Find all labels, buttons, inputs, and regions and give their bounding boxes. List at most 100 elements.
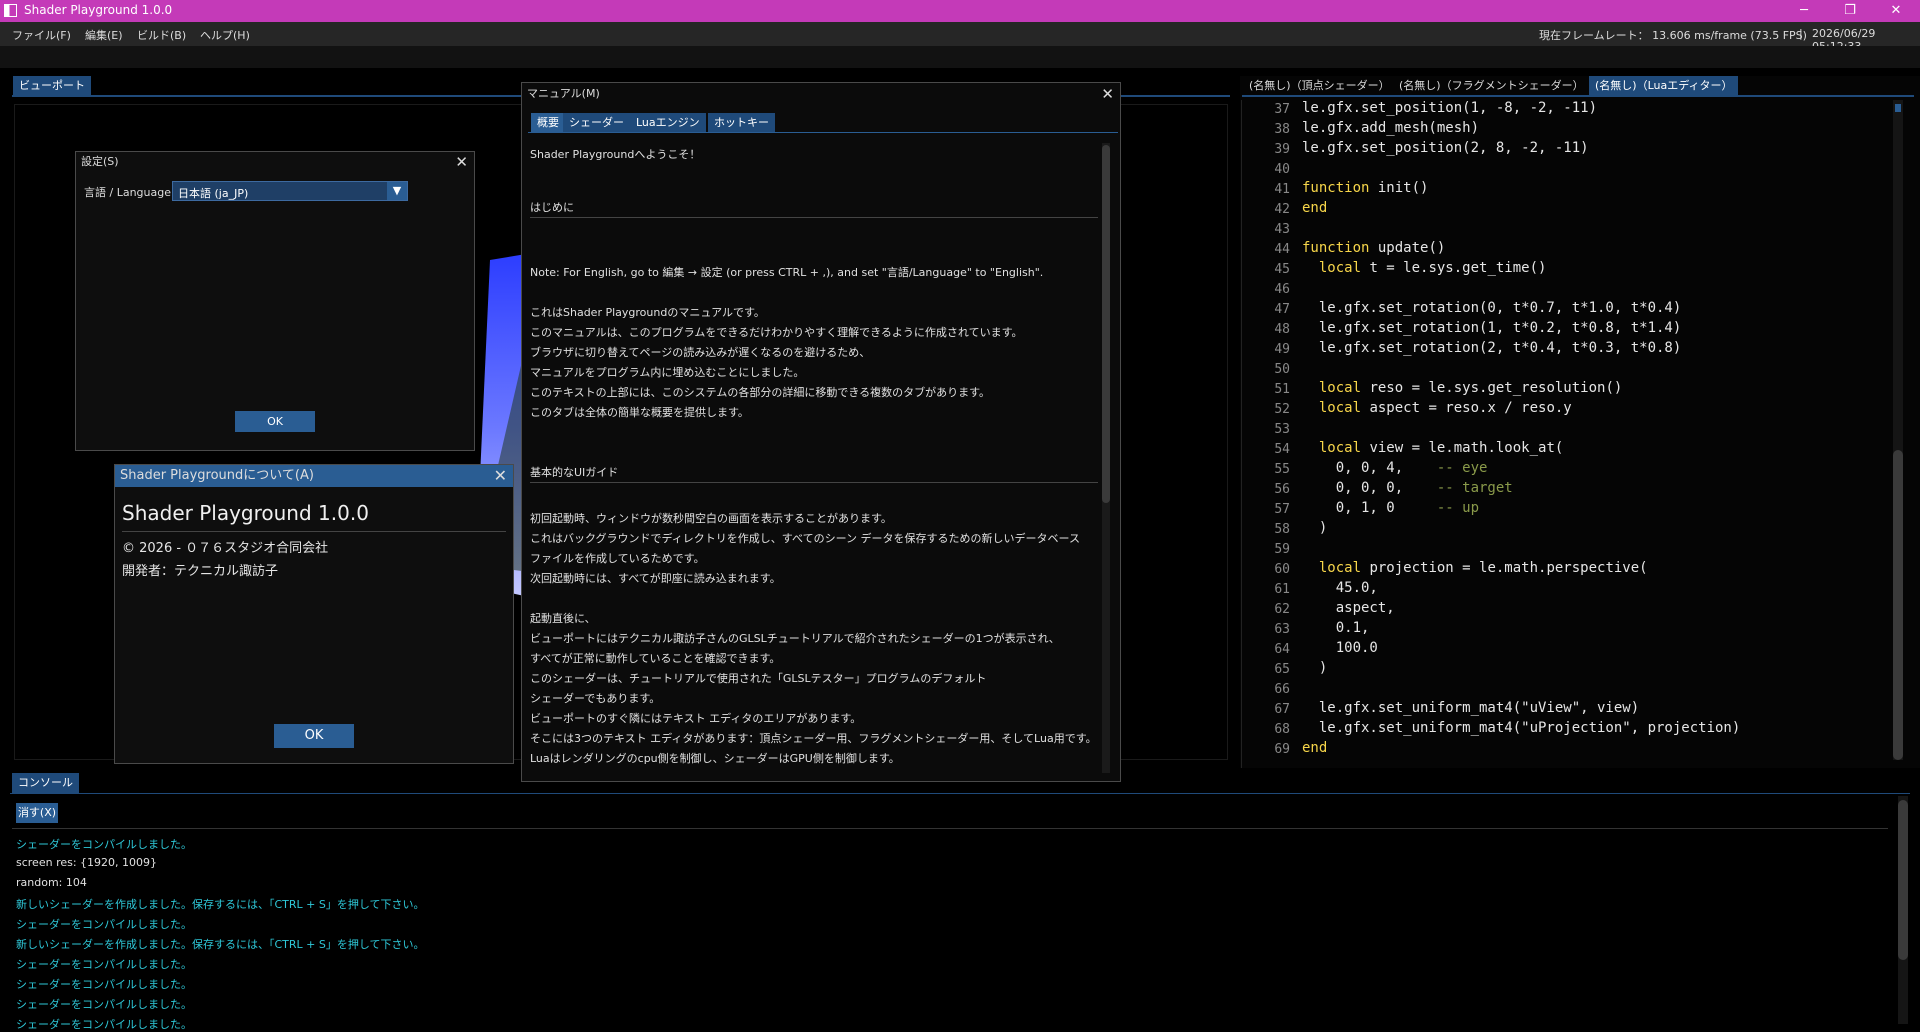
code-line[interactable]: le.gfx.set_uniform_mat4("uProjection", p…	[1302, 720, 1740, 736]
console-tab-underline	[10, 793, 1910, 794]
line-number: 55	[1274, 462, 1290, 477]
title-bar[interactable]: Shader Playground 1.0.0 ─ ❐ ✕	[0, 0, 1920, 22]
code-line[interactable]: local aspect = reso.x / reso.y	[1302, 400, 1572, 416]
code-line[interactable]: 0.1,	[1302, 620, 1370, 636]
line-number: 44	[1274, 242, 1290, 257]
manual-text: このテキストの上部には、このシステムの各部分の詳細に移動できる複数のタブがありま…	[530, 386, 991, 399]
tab-lua-engine[interactable]: Luaエンジン	[630, 113, 706, 132]
code-line[interactable]: end	[1302, 200, 1327, 216]
manual-text: 起動直後に、	[530, 612, 596, 625]
about-title: Shader Playgroundについて(A)	[115, 465, 513, 487]
toolbar-strip	[0, 46, 1920, 68]
line-number: 69	[1274, 742, 1290, 757]
manual-text: マニュアルをプログラム内に埋め込むことにしました。	[530, 366, 805, 379]
console-scrollbar-thumb[interactable]	[1898, 800, 1908, 960]
settings-close-icon[interactable]: ✕	[455, 153, 468, 171]
editor-tab-underline	[1242, 95, 1914, 97]
tab-hotkeys[interactable]: ホットキー	[708, 113, 775, 132]
tab-lua-editor[interactable]: (名無し)（Luaエディター）	[1589, 76, 1739, 96]
code-line[interactable]: 100.0	[1302, 640, 1378, 656]
code-line[interactable]: le.gfx.set_rotation(0, t*0.7, t*1.0, t*0…	[1302, 300, 1681, 316]
code-line[interactable]: le.gfx.set_uniform_mat4("uView", view)	[1302, 700, 1639, 716]
code-line[interactable]: le.gfx.add_mesh(mesh)	[1302, 120, 1479, 136]
manual-text: そこには3つのテキスト エディタがあります：頂点シェーダー用、フラグメントシェー…	[530, 732, 1097, 745]
code-line[interactable]: 0, 1, 0 -- up	[1302, 500, 1479, 516]
menu-file[interactable]: ファイル(F)	[12, 27, 71, 43]
manual-text: ビューポートのすぐ隣にはテキスト エディタのエリアがあります。	[530, 712, 862, 725]
code-line[interactable]: le.gfx.set_rotation(2, t*0.4, t*0.3, t*0…	[1302, 340, 1681, 356]
line-number: 57	[1274, 502, 1290, 517]
manual-close-icon[interactable]: ✕	[1101, 85, 1114, 103]
tab-console[interactable]: コンソール	[12, 773, 79, 793]
code-line[interactable]: aspect,	[1302, 600, 1395, 616]
menu-build[interactable]: ビルド(B)	[137, 27, 186, 43]
maximize-button[interactable]: ❐	[1827, 0, 1873, 22]
menu-edit[interactable]: 編集(E)	[85, 27, 123, 43]
code-line[interactable]: le.gfx.set_position(1, -8, -2, -11)	[1302, 100, 1597, 116]
tab-vertex-shader[interactable]: (名無し)（頂点シェーダー）	[1243, 76, 1396, 96]
console-line: random: 104	[16, 876, 87, 889]
code-line[interactable]: local projection = le.math.perspective(	[1302, 560, 1648, 576]
line-number: 58	[1274, 522, 1290, 537]
tab-shaders[interactable]: シェーダー	[563, 113, 630, 132]
minimize-button[interactable]: ─	[1781, 0, 1827, 22]
language-select[interactable]: 日本語 (ja_JP) ▼	[172, 181, 408, 201]
console-line: シェーダーをコンパイルしました。	[16, 1018, 192, 1031]
window-title: Shader Playground 1.0.0	[24, 3, 173, 17]
about-copyright: © 2026 - ０７６スタジオ合同会社	[122, 541, 329, 556]
line-number: 38	[1274, 122, 1290, 137]
console-scrollbar[interactable]	[1898, 796, 1908, 1024]
editor-scrollbar-thumb[interactable]	[1893, 450, 1903, 760]
code-line[interactable]: )	[1302, 660, 1327, 676]
code-line[interactable]: local t = le.sys.get_time()	[1302, 260, 1547, 276]
line-number: 41	[1274, 182, 1290, 197]
line-number: 50	[1274, 362, 1290, 377]
code-line[interactable]: 0, 0, 4, -- eye	[1302, 460, 1488, 476]
manual-divider	[530, 217, 1098, 218]
close-window-button[interactable]: ✕	[1873, 0, 1919, 22]
menu-help[interactable]: ヘルプ(H)	[200, 27, 250, 43]
manual-text: これはバックグラウンドでディレクトリを作成し、すべてのシーン データを保存するた…	[530, 532, 1080, 545]
tab-viewport[interactable]: ビューポート	[13, 76, 91, 96]
manual-divider	[530, 482, 1098, 483]
manual-scrollbar[interactable]	[1102, 143, 1110, 773]
settings-ok-button[interactable]: OK	[235, 411, 315, 432]
manual-text: これはShader Playgroundのマニュアルです。	[530, 306, 765, 319]
menu-bar: ファイル(F) 編集(E) ビルド(B) ヘルプ(H) 現在フレームレート： 1…	[0, 22, 1920, 53]
manual-scrollbar-thumb[interactable]	[1102, 145, 1110, 503]
manual-text: ブラウザに切り替えてページの読み込みが遅くなるのを避けるため、	[530, 346, 871, 359]
code-line[interactable]: end	[1302, 740, 1327, 756]
code-line[interactable]: local reso = le.sys.get_resolution()	[1302, 380, 1622, 396]
tab-overview[interactable]: 概要	[531, 113, 565, 132]
line-number: 62	[1274, 602, 1290, 617]
code-line[interactable]: le.gfx.set_rotation(1, t*0.2, t*0.8, t*1…	[1302, 320, 1681, 336]
line-number: 39	[1274, 142, 1290, 157]
line-number: 46	[1274, 282, 1290, 297]
console-line: シェーダーをコンパイルしました。	[16, 998, 192, 1011]
chevron-down-icon[interactable]: ▼	[387, 182, 407, 200]
line-number: 68	[1274, 722, 1290, 737]
about-close-icon[interactable]: ✕	[494, 467, 507, 485]
code-line[interactable]: le.gfx.set_position(2, 8, -2, -11)	[1302, 140, 1589, 156]
manual-text: 次回起動時には、すべてが即座に読み込まれます。	[530, 572, 781, 585]
line-number: 42	[1274, 202, 1290, 217]
app-icon	[4, 4, 17, 17]
code-line[interactable]: function init()	[1302, 180, 1428, 196]
manual-text: シェーダーでもあります。	[530, 692, 661, 705]
about-ok-button[interactable]: OK	[274, 724, 354, 748]
manual-text: 初回起動時、ウィンドウが数秒間空白の画面を表示することがあります。	[530, 512, 892, 525]
manual-text: このマニュアルは、このプログラムをできるだけわかりやすく理解できるように作成され…	[530, 326, 1023, 339]
code-line[interactable]: 45.0,	[1302, 580, 1378, 596]
line-number: 53	[1274, 422, 1290, 437]
line-number: 37	[1274, 102, 1290, 117]
code-line[interactable]: )	[1302, 520, 1327, 536]
code-line[interactable]: local view = le.math.look_at(	[1302, 440, 1563, 456]
console-clear-button[interactable]: 消す(X)	[16, 803, 58, 823]
console-line: シェーダーをコンパイルしました。	[16, 918, 192, 931]
editor-scrollbar[interactable]	[1893, 100, 1903, 760]
tab-fragment-shader[interactable]: (名無し)（フラグメントシェーダー）	[1393, 76, 1590, 96]
code-line[interactable]: 0, 0, 0, -- target	[1302, 480, 1513, 496]
manual-welcome: Shader Playgroundへようこそ！	[530, 148, 701, 161]
manual-heading-ui: 基本的なUIガイド	[530, 466, 619, 479]
code-line[interactable]: function update()	[1302, 240, 1445, 256]
